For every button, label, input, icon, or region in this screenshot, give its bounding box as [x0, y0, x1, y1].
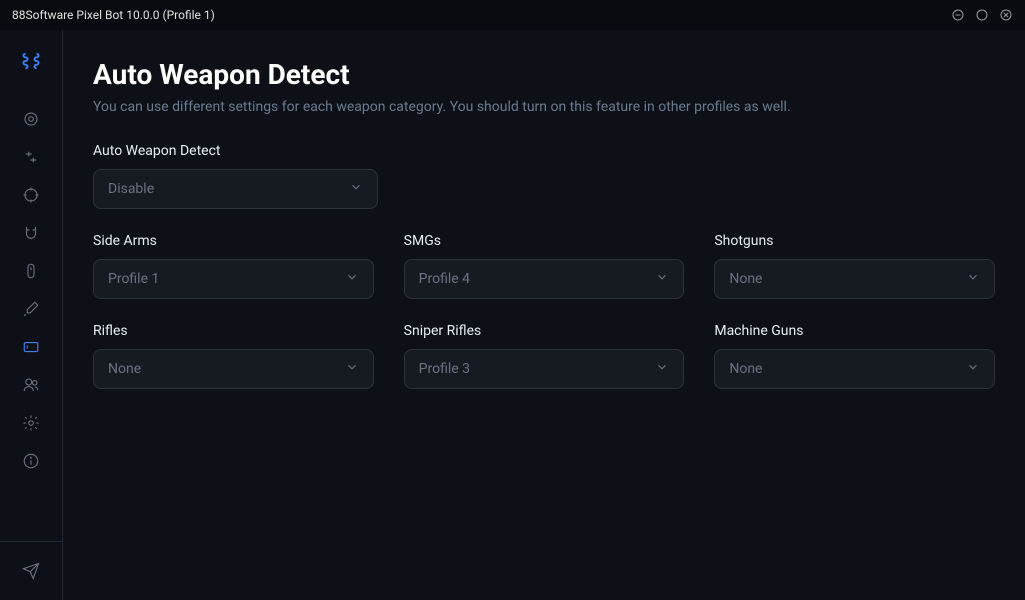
- chevron-down-icon: [655, 270, 669, 288]
- shotguns-select[interactable]: None: [714, 259, 995, 299]
- page-title: Auto Weapon Detect: [93, 58, 995, 91]
- sidebar: [0, 30, 63, 600]
- page-subtitle: You can use different settings for each …: [93, 99, 995, 115]
- auto-weapon-detect-label: Auto Weapon Detect: [93, 143, 378, 159]
- auto-weapon-detect-select[interactable]: Disable: [93, 169, 378, 209]
- sidebar-item-send[interactable]: [11, 552, 51, 590]
- maximize-button[interactable]: [975, 8, 989, 22]
- chevron-down-icon: [345, 360, 359, 378]
- chevron-down-icon: [345, 270, 359, 288]
- shotguns-value: None: [729, 271, 762, 287]
- window-controls: [951, 8, 1013, 22]
- chevron-down-icon: [966, 270, 980, 288]
- sniper-rifles-label: Sniper Rifles: [404, 323, 685, 339]
- window-title: 88Software Pixel Bot 10.0.0 (Profile 1): [12, 8, 215, 22]
- shotguns-label: Shotguns: [714, 233, 995, 249]
- chevron-down-icon: [966, 360, 980, 378]
- sidebar-item-scroll[interactable]: [11, 252, 51, 290]
- machine-guns-select[interactable]: None: [714, 349, 995, 389]
- smgs-label: SMGs: [404, 233, 685, 249]
- sidebar-item-weapon-detect[interactable]: [11, 328, 51, 366]
- rifles-value: None: [108, 361, 141, 377]
- rifles-select[interactable]: None: [93, 349, 374, 389]
- machine-guns-label: Machine Guns: [714, 323, 995, 339]
- smgs-select[interactable]: Profile 4: [404, 259, 685, 299]
- minimize-button[interactable]: [951, 8, 965, 22]
- sidebar-item-target[interactable]: [11, 100, 51, 138]
- sidebar-item-crosshair[interactable]: [11, 176, 51, 214]
- sidebar-item-magnet[interactable]: [11, 214, 51, 252]
- chevron-down-icon: [349, 180, 363, 198]
- sidebar-item-users[interactable]: [11, 366, 51, 404]
- sidebar-item-adjust[interactable]: [11, 138, 51, 176]
- smgs-value: Profile 4: [419, 271, 470, 287]
- sidebar-item-colorpicker[interactable]: [11, 290, 51, 328]
- sniper-rifles-select[interactable]: Profile 3: [404, 349, 685, 389]
- sniper-rifles-value: Profile 3: [419, 361, 470, 377]
- main-content: Auto Weapon Detect You can use different…: [63, 30, 1025, 600]
- app-logo-icon: [20, 50, 42, 72]
- machine-guns-value: None: [729, 361, 762, 377]
- close-button[interactable]: [999, 8, 1013, 22]
- chevron-down-icon: [655, 360, 669, 378]
- side-arms-select[interactable]: Profile 1: [93, 259, 374, 299]
- rifles-label: Rifles: [93, 323, 374, 339]
- titlebar: 88Software Pixel Bot 10.0.0 (Profile 1): [0, 0, 1025, 30]
- sidebar-item-info[interactable]: [11, 442, 51, 480]
- auto-weapon-detect-value: Disable: [108, 181, 154, 197]
- sidebar-item-settings[interactable]: [11, 404, 51, 442]
- side-arms-value: Profile 1: [108, 271, 159, 287]
- side-arms-label: Side Arms: [93, 233, 374, 249]
